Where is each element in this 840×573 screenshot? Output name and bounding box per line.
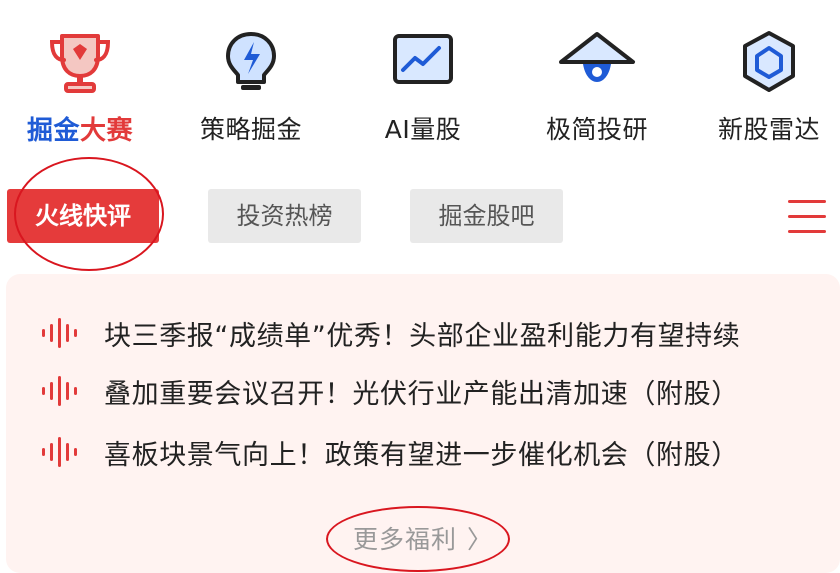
news-item[interactable]: 喜板块景气向上！政策有望进一步催化机会（附股） [6,431,840,471]
news-headline: 块三季报“成绩单”优秀！头部企业盈利能力有望持续 [104,321,741,352]
chevron-right-icon: 〉 [467,525,494,554]
nav-item-contest[interactable]: 掘金大赛 [0,30,160,147]
audio-wave-icon [42,318,77,348]
tab-hot-list[interactable]: 投资热榜 [208,189,361,243]
news-item[interactable]: 叠加重要会议召开！光伏行业产能出清加速（附股） [6,370,840,410]
nav-label: AI量股 [384,115,462,144]
eye-hat-icon [557,30,637,96]
chart-monitor-icon [383,30,463,96]
news-headline: 喜板块景气向上！政策有望进一步催化机会（附股） [104,440,739,471]
news-item[interactable]: 块三季报“成绩单”优秀！头部企业盈利能力有望持续 [6,312,840,352]
more-benefits-label: 更多福利 [352,525,457,554]
hexagon-icon [729,30,809,96]
lightbulb-icon [211,30,291,96]
nav-label: 策略掘金 [199,115,302,144]
nav-item-research[interactable]: 极简投研 [517,30,677,146]
news-card: 块三季报“成绩单”优秀！头部企业盈利能力有望持续 叠加重要会议召开！光伏行业产能… [6,274,840,573]
nav-label-part1: 掘金 [26,116,80,146]
nav-item-ipo[interactable]: 新股雷达 [689,30,840,146]
audio-wave-icon [42,437,77,467]
tab-hot-comment[interactable]: 火线快评 [7,189,159,243]
nav-label: 新股雷达 [717,115,820,144]
more-benefits-link[interactable]: 更多福利〉 [6,520,840,556]
tab-stock-bar[interactable]: 掘金股吧 [410,189,563,243]
nav-label: 极简投研 [545,115,648,144]
news-headline: 叠加重要会议召开！光伏行业产能出清加速（附股） [104,379,739,410]
nav-item-ai[interactable]: AI量股 [343,30,503,146]
nav-label-part2: 大赛 [80,116,134,146]
nav-item-strategy[interactable]: 策略掘金 [171,30,331,146]
menu-icon[interactable] [788,200,828,234]
audio-wave-icon [42,376,77,406]
feature-nav: 掘金大赛 策略掘金 AI量股 极简投研 新股雷达 [0,0,840,160]
trophy-icon [40,30,120,96]
